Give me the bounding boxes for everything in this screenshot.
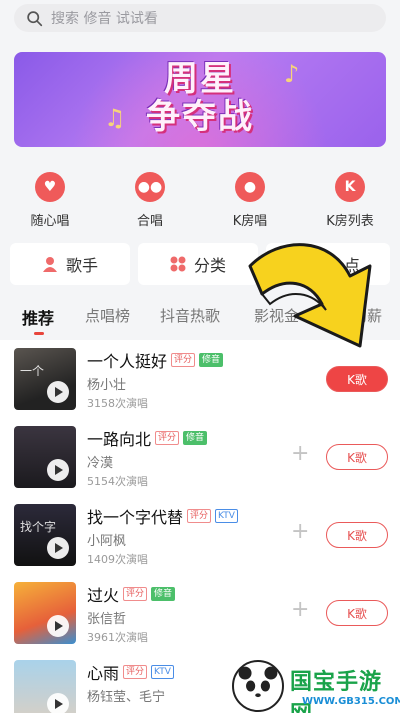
cover-text: 找个字 <box>20 520 57 534</box>
song-title-text: 找一个字代替 <box>87 508 184 527</box>
duet-mic-icon: ●● <box>135 172 165 202</box>
song-artist: 冷漠 <box>87 456 114 471</box>
song-artist: 张信哲 <box>87 612 127 627</box>
song-title: 过火 评分 修音 <box>87 582 176 606</box>
annotation-arrow-icon <box>248 243 372 348</box>
song-cover[interactable]: 找个字 <box>14 504 76 566</box>
song-artist: 小阿枫 <box>87 534 127 549</box>
add-icon[interactable]: + <box>291 597 309 622</box>
song-artist: 杨钰莹、毛宁 <box>87 690 166 705</box>
song-cover[interactable] <box>14 582 76 644</box>
category-label: 分类 <box>193 256 226 275</box>
k-song-button[interactable]: K歌 <box>326 600 388 626</box>
song-title-text: 心雨 <box>87 664 120 683</box>
score-badge: 评分 <box>123 665 148 679</box>
k-song-button[interactable]: K歌 <box>326 444 388 470</box>
song-title-text: 过火 <box>87 586 120 605</box>
quick-entry-label: 合唱 <box>136 214 163 229</box>
song-title-text: 一路向北 <box>87 430 152 449</box>
list-item[interactable]: 一路向北 评分 修音 冷漠 5154次演唱 + K歌 <box>0 422 400 500</box>
song-cover[interactable] <box>14 660 76 713</box>
play-icon[interactable] <box>47 459 69 481</box>
song-play-count: 5154次演唱 <box>87 475 148 488</box>
add-icon[interactable]: + <box>291 441 309 466</box>
list-item[interactable]: 找个字 找一个字代替 评分 KTV 小阿枫 1409次演唱 + K歌 <box>0 500 400 578</box>
quick-entry-k-room-sing[interactable]: ● K房唱 <box>210 172 290 229</box>
play-icon[interactable] <box>47 615 69 637</box>
add-icon[interactable]: + <box>291 519 309 544</box>
score-badge: 评分 <box>171 353 196 367</box>
panda-logo-icon <box>232 660 284 712</box>
quick-entry-label: 随心唱 <box>30 214 70 229</box>
tab-recommend[interactable]: 推荐 <box>22 305 54 329</box>
category-icon <box>170 256 186 272</box>
song-title: 一路向北 评分 修音 <box>87 426 208 450</box>
singer-icon <box>42 257 57 272</box>
promo-banner[interactable]: ♫ ♪ 周星 争夺战 <box>14 52 386 147</box>
list-item[interactable]: 过火 评分 修音 张信哲 3961次演唱 + K歌 <box>0 578 400 656</box>
song-title: 心雨 评分 KTV <box>87 660 174 684</box>
song-title-text: 一个人挺好 <box>87 352 168 371</box>
play-icon[interactable] <box>47 693 69 713</box>
song-cover[interactable] <box>14 426 76 488</box>
tune-badge: 修音 <box>151 587 176 601</box>
mic-icon: ● <box>235 172 265 202</box>
search-placeholder: 搜索 修音 试试看 <box>51 11 158 27</box>
category-singer-button[interactable]: 歌手 <box>10 243 130 285</box>
search-bar[interactable]: 搜索 修音 试试看 <box>14 4 386 32</box>
tab-douyin-hits[interactable]: 抖音热歌 <box>160 305 220 326</box>
cover-text: 一个 <box>20 364 45 378</box>
banner-title-line1: 周星 <box>164 59 236 99</box>
k-room-list-icon: K <box>335 172 365 202</box>
score-badge: 评分 <box>187 509 212 523</box>
song-artist: 杨小壮 <box>87 378 127 393</box>
tune-badge: 修音 <box>183 431 208 445</box>
song-play-count: 3158次演唱 <box>87 397 148 410</box>
heart-icon: ♥ <box>35 172 65 202</box>
score-badge: 评分 <box>155 431 180 445</box>
score-badge: 评分 <box>123 587 148 601</box>
watermark-url: WWW.GB315.COM <box>302 696 400 707</box>
watermark-logo: 国宝手游网 WWW.GB315.COM <box>232 660 400 713</box>
search-icon <box>27 10 43 26</box>
song-title: 一个人挺好 评分 修音 <box>87 348 224 372</box>
tab-request-chart[interactable]: 点唱榜 <box>85 305 130 326</box>
song-play-count: 1409次演唱 <box>87 553 148 566</box>
k-song-button[interactable]: K歌 <box>326 522 388 548</box>
quick-entry-k-room-list[interactable]: K K房列表 <box>310 172 390 229</box>
banner-title-line2: 争夺战 <box>146 97 254 137</box>
song-title: 找一个字代替 评分 KTV <box>87 504 238 528</box>
song-cover[interactable]: 一个 <box>14 348 76 410</box>
category-label: 歌手 <box>65 256 98 275</box>
song-play-count: 3961次演唱 <box>87 631 148 644</box>
play-icon[interactable] <box>47 381 69 403</box>
tune-badge: 修音 <box>199 353 224 367</box>
play-icon[interactable] <box>47 537 69 559</box>
quick-entry-random-sing[interactable]: ♥ 随心唱 <box>10 172 90 229</box>
ktv-badge: KTV <box>151 665 174 679</box>
song-list: 一个 一个人挺好 评分 修音 杨小壮 3158次演唱 K歌 一路向北 评分 修音… <box>0 340 400 713</box>
banner-title: 周星 争夺战 <box>14 60 386 136</box>
quick-entry-duet[interactable]: ●● 合唱 <box>110 172 190 229</box>
ktv-badge: KTV <box>215 509 238 523</box>
tab-active-indicator <box>34 332 44 335</box>
